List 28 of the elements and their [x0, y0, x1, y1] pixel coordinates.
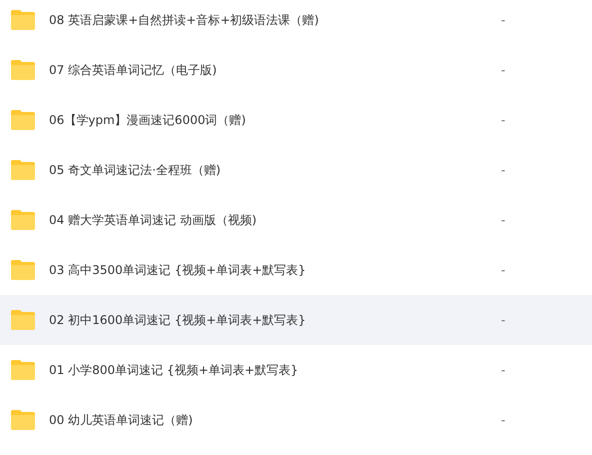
folder-name: 07 综合英语单词记忆（电子版) — [49, 62, 218, 79]
file-size: - — [501, 12, 506, 29]
folder-name: 04 赠大学英语单词速记 动画版（视频) — [49, 212, 258, 229]
folder-icon — [10, 59, 36, 81]
folder-name: 01 小学800单词速记 {视频+单词表+默写表} — [49, 362, 300, 379]
folder-icon — [10, 209, 36, 231]
file-size: - — [501, 62, 506, 79]
folder-icon — [10, 109, 36, 131]
file-size: - — [501, 412, 506, 429]
file-size: - — [501, 212, 506, 229]
folder-icon — [10, 359, 36, 381]
folder-name: 06【学ypm】漫画速记6000词（赠) — [49, 112, 247, 129]
file-size: - — [501, 262, 506, 279]
folder-icon — [10, 309, 36, 331]
file-row[interactable]: 02 初中1600单词速记 {视频+单词表+默写表} - — [0, 295, 592, 345]
folder-icon — [10, 409, 36, 431]
folder-name: 08 英语启蒙课+自然拼读+音标+初级语法课（赠) — [49, 12, 320, 29]
folder-name: 03 高中3500单词速记 {视频+单词表+默写表} — [49, 262, 307, 279]
folder-name: 02 初中1600单词速记 {视频+单词表+默写表} — [49, 312, 307, 329]
folder-name: 05 奇文单词速记法·全程班（赠) — [49, 162, 222, 179]
folder-icon — [10, 259, 36, 281]
folder-icon — [10, 159, 36, 181]
file-size: - — [501, 312, 506, 329]
folder-icon — [10, 9, 36, 31]
file-size: - — [501, 112, 506, 129]
file-size: - — [501, 162, 506, 179]
file-size: - — [501, 362, 506, 379]
folder-name: 00 幼儿英语单词速记（赠) — [49, 412, 194, 429]
